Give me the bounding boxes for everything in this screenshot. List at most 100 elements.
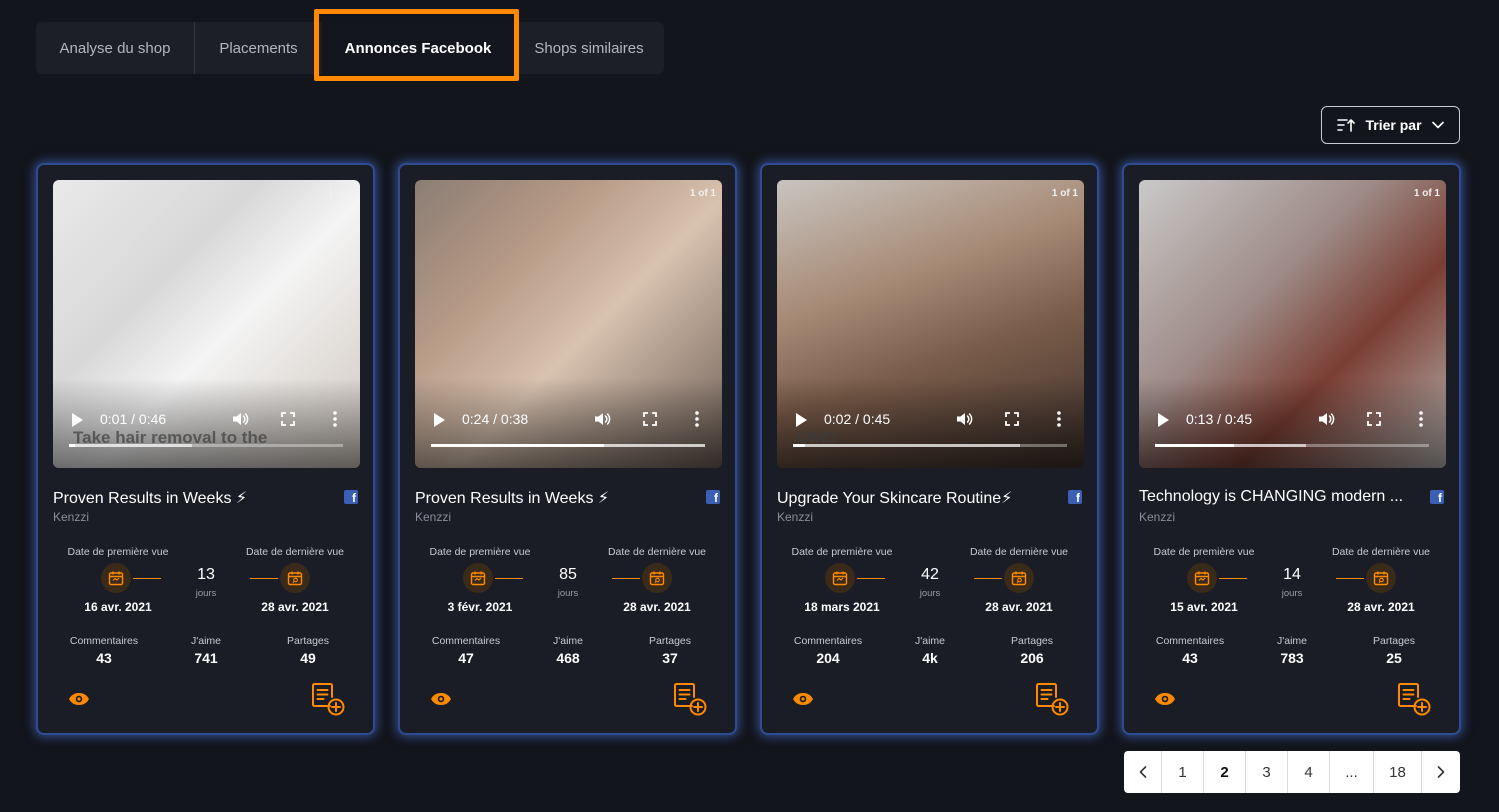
calendar-search-icon (1366, 563, 1396, 593)
pagination: 1 2 3 4 ... 18 (1124, 751, 1460, 793)
shares-label: Partages (286, 635, 330, 647)
more-options-icon[interactable] (695, 411, 699, 430)
ad-card: 1 of 1 OMG 0:02 / 0:45 Upgrade Your Skin… (760, 163, 1099, 735)
tab-shops-similaires[interactable]: Shops similaires (514, 22, 664, 74)
page-indicator: 1 of 1 (1413, 188, 1440, 199)
video-progress-bar[interactable] (793, 444, 1067, 447)
eye-icon[interactable] (430, 692, 452, 711)
facebook-icon: f (344, 490, 358, 504)
shares-value: 206 (1020, 650, 1044, 666)
days-count: 42 (921, 566, 939, 583)
shares-label: Partages (648, 635, 692, 647)
ad-title[interactable]: Technology is CHANGING modern ... (1139, 488, 1424, 506)
add-note-icon[interactable] (1396, 682, 1432, 723)
page-indicator: 1 of 1 (1051, 188, 1078, 199)
last-seen-date: 28 avr. 2021 (985, 600, 1053, 614)
likes-stat: J'aime 783 (1241, 635, 1343, 666)
ad-brand: Kenzzi (53, 510, 90, 524)
page-indicator: 1 of 1 (689, 188, 716, 199)
pagination-page-18[interactable]: 18 (1374, 751, 1422, 793)
likes-label: J'aime (914, 635, 945, 647)
eye-icon[interactable] (792, 692, 814, 711)
more-options-icon[interactable] (1057, 411, 1061, 430)
volume-icon[interactable] (1317, 410, 1335, 431)
add-note-icon[interactable] (310, 682, 346, 723)
ad-title[interactable]: Proven Results in Weeks ⚡ (53, 488, 338, 508)
video-progress-fill (1155, 444, 1235, 447)
shares-stat: Partages 206 (981, 635, 1083, 666)
video-progress-bar[interactable] (69, 444, 343, 447)
play-icon[interactable] (434, 413, 445, 427)
days-count: 85 (559, 566, 577, 583)
comments-value: 47 (458, 650, 474, 666)
fullscreen-icon[interactable] (280, 411, 296, 430)
days-count: 14 (1283, 566, 1301, 583)
more-options-icon[interactable] (1419, 411, 1423, 430)
comments-stat: Commentaires 43 (53, 635, 155, 666)
ad-video[interactable]: 1 of 1 0:13 / 0:45 (1139, 180, 1446, 468)
pagination-page-3[interactable]: 3 (1246, 751, 1288, 793)
days-label: jours (1281, 588, 1303, 599)
calendar-icon (1187, 563, 1217, 593)
ad-title[interactable]: Upgrade Your Skincare Routine⚡ (777, 488, 1062, 508)
fullscreen-icon[interactable] (1004, 411, 1020, 430)
ad-title[interactable]: Proven Results in Weeks ⚡ (415, 488, 700, 508)
add-note-icon[interactable] (672, 682, 708, 723)
ad-video[interactable]: 1 of 1 0:24 / 0:38 (415, 180, 722, 468)
ad-video[interactable]: 1 of 1 OMG 0:02 / 0:45 (777, 180, 1084, 468)
engagement-stats: Commentaires 43 J'aime 741 Partages 49 (53, 635, 360, 675)
sort-label: Trier par (1365, 117, 1422, 133)
more-options-icon[interactable] (333, 411, 337, 430)
sort-button[interactable]: Trier par (1321, 106, 1460, 144)
volume-icon[interactable] (593, 410, 611, 431)
video-controls: 0:02 / 0:45 (777, 408, 1084, 432)
pagination-next-button[interactable] (1422, 751, 1460, 793)
ad-video[interactable]: 1 of 1 Take hair removal to the 0:01 / 0… (53, 180, 360, 468)
shares-stat: Partages 37 (619, 635, 721, 666)
volume-icon[interactable] (231, 410, 249, 431)
sort-icon (1337, 117, 1356, 133)
tab-annonces-facebook[interactable]: Annonces Facebook (322, 22, 514, 74)
comments-stat: Commentaires 47 (415, 635, 517, 666)
video-controls: 0:01 / 0:46 (53, 408, 360, 432)
tab-placements[interactable]: Placements (194, 22, 322, 74)
likes-value: 468 (556, 650, 580, 666)
ad-card: 1 of 1 0:24 / 0:38 Proven Results in Wee… (398, 163, 737, 735)
video-controls: 0:24 / 0:38 (415, 408, 722, 432)
facebook-icon: f (1430, 490, 1444, 504)
days-label: jours (195, 588, 217, 599)
fullscreen-icon[interactable] (1366, 411, 1382, 430)
engagement-stats: Commentaires 47 J'aime 468 Partages 37 (415, 635, 722, 675)
play-icon[interactable] (796, 413, 807, 427)
pagination-prev-button[interactable] (1124, 751, 1162, 793)
calendar-icon (463, 563, 493, 593)
play-icon[interactable] (1158, 413, 1169, 427)
comments-value: 43 (96, 650, 112, 666)
video-progress-bar[interactable] (431, 444, 705, 447)
add-note-icon[interactable] (1034, 682, 1070, 723)
last-seen-label: Date de dernière vue (245, 546, 345, 558)
tab-analyse-du-shop[interactable]: Analyse du shop (36, 22, 194, 74)
play-icon[interactable] (72, 413, 83, 427)
tab-bar: Analyse du shop Placements Annonces Face… (36, 22, 664, 74)
date-range: Date de première vue Date de dernière vu… (1139, 546, 1446, 616)
shares-label: Partages (1372, 635, 1416, 647)
pagination-page-1[interactable]: 1 (1162, 751, 1204, 793)
eye-icon[interactable] (1154, 692, 1176, 711)
volume-icon[interactable] (955, 410, 973, 431)
last-seen-date: 28 avr. 2021 (261, 600, 329, 614)
pagination-page-4[interactable]: 4 (1288, 751, 1330, 793)
calendar-search-icon (280, 563, 310, 593)
eye-icon[interactable] (68, 692, 90, 711)
page-indicator: 1 of 1 (327, 188, 354, 199)
first-seen-date: 18 mars 2021 (804, 600, 880, 614)
video-progress-fill (69, 444, 76, 447)
likes-value: 783 (1280, 650, 1304, 666)
last-seen-date: 28 avr. 2021 (623, 600, 691, 614)
shares-label: Partages (1010, 635, 1054, 647)
shares-value: 49 (300, 650, 316, 666)
shares-stat: Partages 49 (257, 635, 359, 666)
fullscreen-icon[interactable] (642, 411, 658, 430)
pagination-page-2[interactable]: 2 (1204, 751, 1246, 793)
video-progress-bar[interactable] (1155, 444, 1429, 447)
